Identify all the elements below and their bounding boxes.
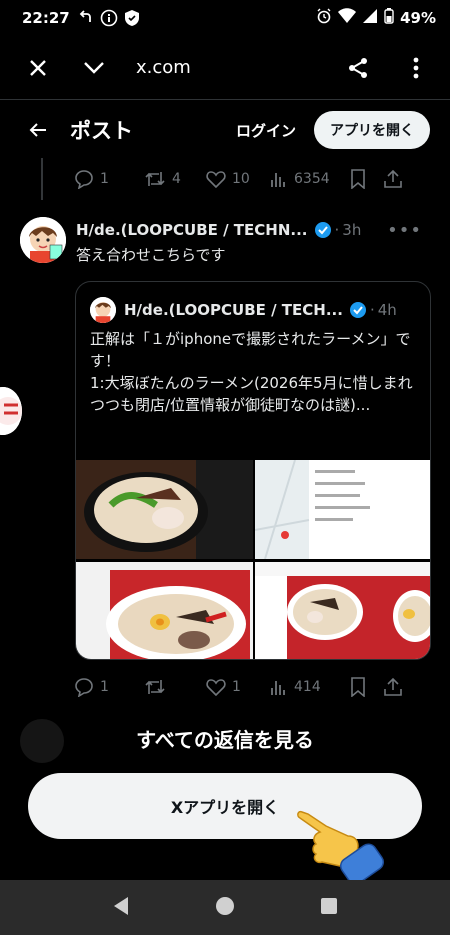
quote-avatar: [90, 297, 116, 323]
views-button[interactable]: 414: [270, 678, 350, 696]
back-triangle-icon[interactable]: [112, 896, 130, 920]
views-icon: [271, 681, 285, 695]
quote-separator-dot: ·: [369, 301, 375, 319]
media-ramen-photo-2[interactable]: [76, 561, 253, 659]
recents-square-icon[interactable]: [320, 897, 338, 919]
browser-toolbar: x.com: [0, 36, 450, 100]
quote-author-name: H/de.(LOOPCUBE / TECH...: [124, 301, 343, 319]
return-arrow-icon: [78, 10, 94, 26]
like-count: 10: [232, 171, 250, 187]
heart-icon: [206, 679, 226, 696]
pointing-hand-icon: [296, 806, 386, 885]
signal-icon: [362, 8, 378, 28]
status-time: 22:27: [22, 9, 70, 27]
more-vertical-icon[interactable]: [396, 48, 436, 88]
reply-button[interactable]: 1: [74, 677, 144, 697]
tweet-actions: 1 1 414: [74, 672, 434, 702]
like-button[interactable]: 1: [206, 678, 270, 696]
quote-text-content: 正解は「１がiphoneで撮影されたラーメン」です！ 1:大塚ぼたんのラーメン(…: [90, 330, 413, 414]
battery-percent: 49%: [400, 9, 436, 27]
views-button[interactable]: 6354: [270, 170, 350, 188]
upload-icon: [384, 169, 402, 188]
share-icon[interactable]: [338, 48, 378, 88]
like-button[interactable]: 10: [206, 170, 270, 188]
views-count: 414: [294, 679, 321, 695]
quote-text: 正解は「１がiphoneで撮影されたラーメン」です！ 1:大塚ぼたんのラーメン(…: [90, 328, 420, 416]
media-map-screenshot[interactable]: [255, 460, 430, 560]
author-name[interactable]: H/de.(LOOPCUBE / TECHN...: [76, 221, 308, 239]
tweet-time[interactable]: 3h: [342, 221, 361, 239]
thread-line: [41, 158, 43, 200]
heart-icon: [206, 171, 226, 188]
alarm-icon: [316, 8, 332, 28]
reply-icon: [75, 170, 93, 189]
page-title: ポスト: [70, 119, 133, 143]
retweet-count: 4: [172, 171, 181, 187]
prev-tweet-actions: 1 4 10 6354: [74, 164, 434, 194]
close-icon[interactable]: [18, 48, 58, 88]
quote-verified-badge-icon: [349, 301, 367, 319]
bookmark-icon: [351, 169, 365, 189]
more-horizontal-icon[interactable]: •••: [387, 220, 422, 241]
tweet-text: 答え合わせこちらです: [76, 246, 226, 264]
bookmark-button[interactable]: [350, 169, 384, 189]
android-nav-bar: [0, 880, 450, 935]
side-avatar-partial: [0, 387, 22, 435]
post-header: ポスト ログイン アプリを開く: [0, 102, 450, 158]
retweet-button[interactable]: 4: [144, 169, 206, 189]
shield-icon: [124, 9, 140, 27]
bookmark-button[interactable]: [350, 677, 384, 697]
back-arrow-icon[interactable]: [18, 110, 58, 150]
media-ramen-photo-1[interactable]: [76, 460, 253, 560]
see-all-replies-text[interactable]: すべての返信を見る: [0, 724, 450, 753]
quoted-tweet[interactable]: H/de.(LOOPCUBE / TECH... · 4h 正解は「１がipho…: [75, 281, 431, 660]
quote-media-grid: [76, 460, 430, 659]
avatar[interactable]: [20, 217, 66, 263]
reply-icon: [75, 678, 93, 697]
home-circle-icon[interactable]: [215, 896, 235, 920]
verified-badge-icon: [314, 221, 332, 239]
reply-count: 1: [100, 171, 109, 187]
wifi-icon: [338, 8, 357, 28]
share-button[interactable]: [384, 169, 402, 189]
reply-button[interactable]: 1: [74, 169, 144, 189]
chevron-down-icon[interactable]: [74, 48, 114, 88]
url-text[interactable]: x.com: [136, 57, 191, 78]
share-button[interactable]: [384, 677, 402, 697]
views-icon: [271, 173, 285, 187]
login-link[interactable]: ログイン: [236, 120, 296, 141]
upload-icon: [384, 677, 402, 696]
tweet-header: H/de.(LOOPCUBE / TECHN... · 3h •••: [76, 218, 436, 242]
retweet-icon: [145, 172, 165, 186]
separator-dot: ·: [334, 221, 340, 239]
views-count: 6354: [294, 171, 330, 187]
retweet-button[interactable]: [144, 677, 206, 697]
quote-header: H/de.(LOOPCUBE / TECH... · 4h: [90, 297, 420, 323]
retweet-icon: [145, 680, 165, 694]
quote-time: 4h: [377, 301, 397, 319]
battery-icon: [384, 8, 394, 28]
reply-count: 1: [100, 679, 109, 695]
bookmark-icon: [351, 677, 365, 697]
media-ramen-photo-3[interactable]: [255, 561, 430, 659]
like-count: 1: [232, 679, 241, 695]
open-app-button[interactable]: アプリを開く: [314, 111, 430, 149]
status-bar: 22:27 49%: [0, 0, 450, 36]
info-icon: [100, 9, 118, 27]
